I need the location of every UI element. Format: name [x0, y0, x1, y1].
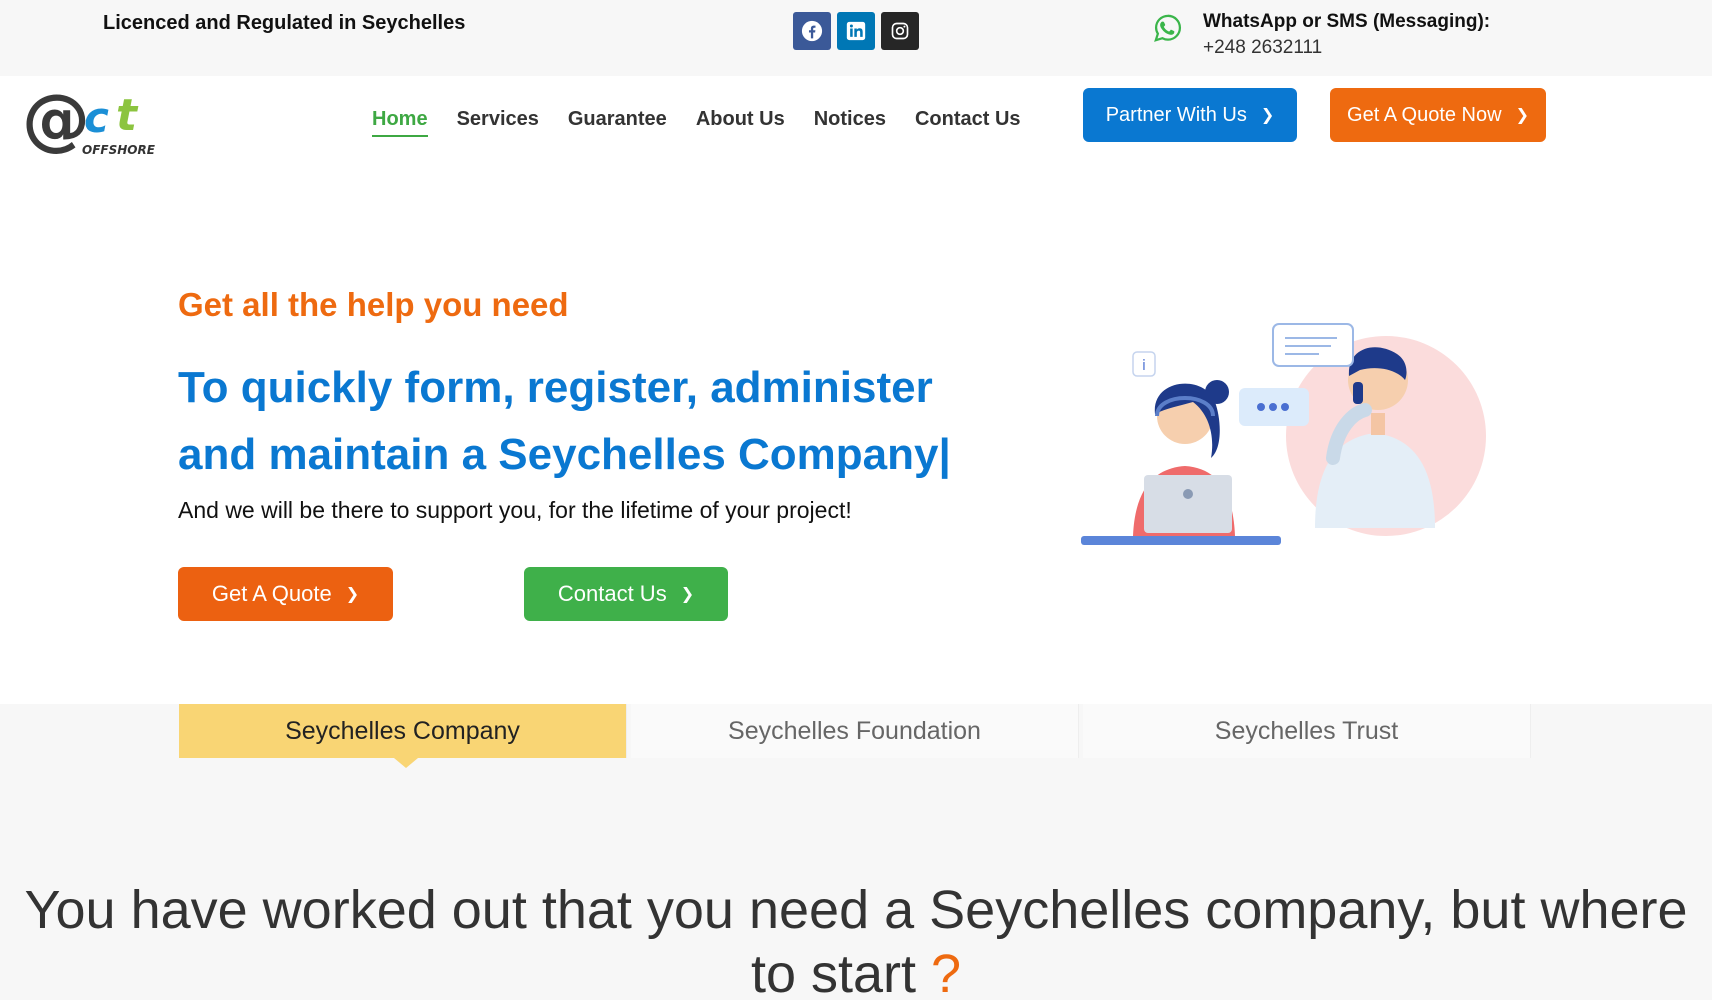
hero-title: To quickly form, register, administer an…	[178, 363, 951, 479]
get-quote-label: Get A Quote	[211, 581, 332, 606]
partner-with-us-button[interactable]: Partner With Us ❯	[1083, 88, 1297, 142]
whatsapp-phone[interactable]: +248 2632111	[1203, 37, 1322, 59]
contact-us-label: Contact Us	[557, 581, 667, 606]
svg-text:c: c	[84, 93, 109, 142]
svg-text:@: @	[22, 86, 90, 158]
partner-button-label: Partner With Us	[1105, 103, 1247, 126]
support-illustration: i	[1081, 323, 1486, 545]
nav-guarantee[interactable]: Guarantee	[568, 108, 667, 137]
nav-contact-us[interactable]: Contact Us	[915, 108, 1021, 137]
facebook-icon[interactable]	[793, 12, 831, 50]
quote-now-button-label: Get A Quote Now	[1347, 103, 1502, 126]
hero-subtitle: And we will be there to support you, for…	[178, 497, 852, 523]
linkedin-icon[interactable]	[837, 12, 875, 50]
svg-text:i: i	[1142, 358, 1146, 374]
licence-text: Licenced and Regulated in Seychelles	[103, 12, 466, 34]
tab-seychelles-foundation[interactable]: Seychelles Foundation	[631, 704, 1079, 758]
act-offshore-logo[interactable]: @ c t OFFSHORE	[22, 86, 167, 158]
get-a-quote-button[interactable]: Get A Quote ❯	[178, 567, 393, 621]
chevron-right-icon: ❯	[1515, 107, 1529, 124]
nav-notices[interactable]: Notices	[814, 108, 886, 137]
section-heading-text: You have worked out that you need a Seyc…	[24, 880, 1688, 1000]
get-a-quote-now-button[interactable]: Get A Quote Now ❯	[1330, 88, 1546, 142]
whatsapp-title: WhatsApp or SMS (Messaging):	[1203, 11, 1491, 32]
main-nav: Home Services Guarantee About Us Notices…	[372, 108, 1021, 137]
instagram-icon[interactable]	[881, 12, 919, 50]
section-heading-mark: ?	[931, 944, 962, 1000]
hero-kicker: Get all the help you need	[178, 286, 569, 323]
social-links	[793, 12, 919, 50]
svg-text:OFFSHORE: OFFSHORE	[82, 143, 156, 157]
nav-about-us[interactable]: About Us	[696, 108, 785, 137]
contact-us-button[interactable]: Contact Us ❯	[524, 567, 728, 621]
whatsapp-icon[interactable]	[1153, 13, 1183, 43]
svg-text:t: t	[116, 90, 139, 141]
section-heading: You have worked out that you need a Seyc…	[0, 878, 1712, 1000]
active-tab-pointer	[394, 758, 418, 768]
chevron-right-icon: ❯	[680, 586, 695, 603]
nav-home[interactable]: Home	[372, 108, 428, 137]
nav-services[interactable]: Services	[457, 108, 539, 137]
tab-seychelles-trust[interactable]: Seychelles Trust	[1083, 704, 1531, 758]
tab-seychelles-company[interactable]: Seychelles Company	[179, 704, 627, 758]
chevron-right-icon: ❯	[1260, 107, 1275, 124]
chevron-right-icon: ❯	[345, 586, 360, 603]
top-bar: Licenced and Regulated in Seychelles Wha…	[0, 0, 1712, 76]
